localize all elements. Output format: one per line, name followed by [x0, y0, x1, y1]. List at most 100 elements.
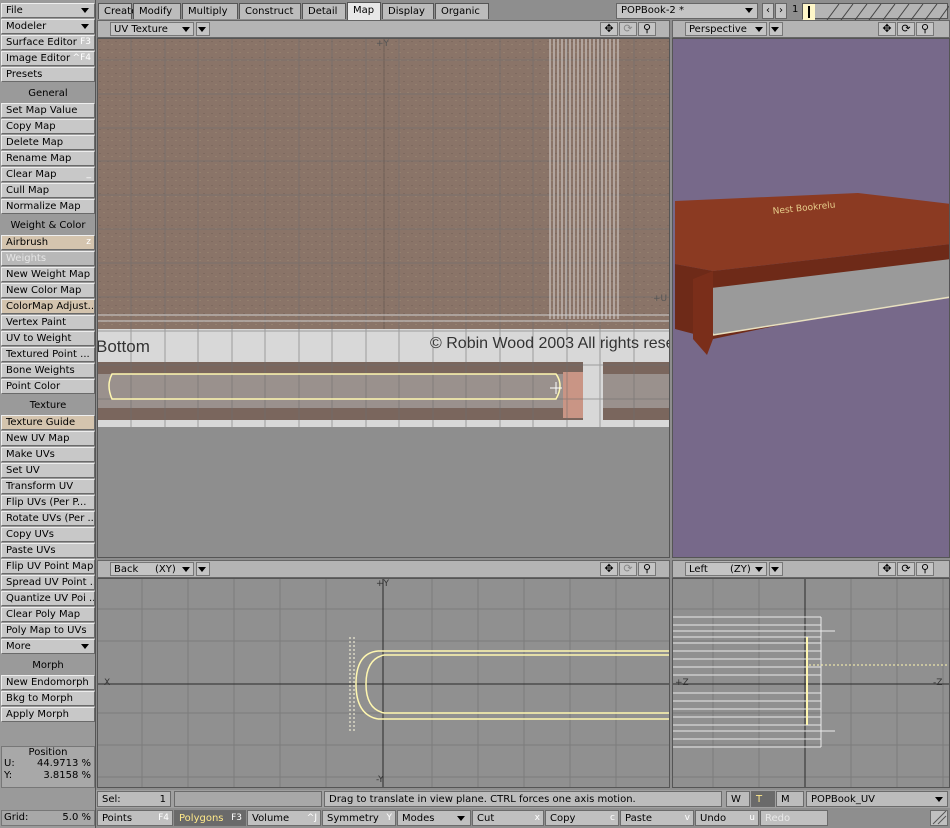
weight-map-toggle[interactable]: W	[726, 791, 750, 807]
sidebar-normalize-map-button[interactable]: Normalize Map	[1, 199, 95, 214]
sidebar-transform-uv-button[interactable]: Transform UV	[1, 479, 95, 494]
uv-view-type-dropdown[interactable]: UV Texture	[110, 22, 194, 36]
sidebar-more-button[interactable]: More	[1, 639, 95, 654]
sidebar-new-weight-map-button[interactable]: New Weight Map	[1, 267, 95, 282]
modes-button[interactable]: Modes	[397, 810, 471, 826]
tab-create[interactable]: Create	[98, 3, 137, 19]
sidebar-button-label: Airbrush	[6, 237, 49, 248]
morph-map-toggle[interactable]: M	[776, 791, 804, 807]
volume-button[interactable]: Volume ^J	[247, 810, 321, 826]
move-view-icon[interactable]: ✥	[878, 22, 896, 36]
sidebar-new-uv-map-button[interactable]: New UV Map	[1, 431, 95, 446]
sidebar-uv-to-weight-button[interactable]: UV to Weight	[1, 331, 95, 346]
sidebar-rename-map-button[interactable]: Rename Map	[1, 151, 95, 166]
undo-button[interactable]: Undo u	[695, 810, 759, 826]
sidebar-cull-map-button[interactable]: Cull Map	[1, 183, 95, 198]
sidebar-modeler-button[interactable]: Modeler	[1, 19, 95, 34]
object-select[interactable]: POPBook-2 *	[616, 3, 758, 19]
layer-slots[interactable]	[802, 3, 950, 21]
sidebar-copy-uvs-button[interactable]: Copy UVs	[1, 527, 95, 542]
sidebar-apply-morph-button[interactable]: Apply Morph	[1, 707, 95, 722]
sidebar-set-map-value-button[interactable]: Set Map Value	[1, 103, 95, 118]
sidebar-new-color-map-button[interactable]: New Color Map	[1, 283, 95, 298]
sidebar-textured-point-button[interactable]: Textured Point ...	[1, 347, 95, 362]
sel-value: 1	[159, 794, 166, 805]
back-view-type-dropdown[interactable]: Back (XY)	[110, 562, 194, 576]
rotate-view-icon[interactable]: ⟳	[897, 22, 915, 36]
persp-viewport[interactable]: Nest Bookrelu	[672, 38, 950, 558]
sidebar-point-color-button[interactable]: Point Color	[1, 379, 95, 394]
tab-organic[interactable]: Organic	[435, 3, 489, 19]
back-viewport-header: Back (XY) ✥ ⟳ ⚲	[97, 560, 670, 578]
sidebar-image-editor-button[interactable]: Image Editor ^F4	[1, 51, 95, 66]
sidebar-clear-map-button[interactable]: Clear Map _	[1, 167, 95, 182]
tab-multiply[interactable]: Multiply	[182, 3, 238, 19]
zoom-view-icon[interactable]: ⚲	[916, 562, 934, 576]
sidebar-delete-map-button[interactable]: Delete Map	[1, 135, 95, 150]
move-view-icon[interactable]: ✥	[600, 22, 618, 36]
copy-button[interactable]: Copy c	[545, 810, 619, 826]
uv-view-options-dropdown[interactable]	[196, 22, 210, 36]
move-view-icon[interactable]: ✥	[878, 562, 896, 576]
sidebar-presets-button[interactable]: Presets	[1, 67, 95, 82]
sidebar-flip-uvs-per-p-button[interactable]: Flip UVs (Per P...	[1, 495, 95, 510]
back-minus-y-label: -Y	[376, 775, 384, 785]
sidebar-button-label: Paste UVs	[6, 545, 56, 556]
tab-modify[interactable]: Modify	[133, 3, 181, 19]
sidebar-set-uv-button[interactable]: Set UV	[1, 463, 95, 478]
sidebar-vertex-paint-button[interactable]: Vertex Paint	[1, 315, 95, 330]
tab-display[interactable]: Display	[382, 3, 434, 19]
cut-button[interactable]: Cut x	[472, 810, 544, 826]
sidebar-spread-uv-point-button[interactable]: Spread UV Point ...	[1, 575, 95, 590]
tab-detail[interactable]: Detail	[302, 3, 346, 19]
sidebar-quantize-uv-poi-button[interactable]: Quantize UV Poi ...	[1, 591, 95, 606]
chevron-down-icon	[745, 8, 753, 13]
sidebar-button-label: Presets	[6, 69, 43, 80]
next-layer-button[interactable]: ›	[775, 3, 787, 19]
sidebar-texture-guide-button[interactable]: Texture Guide	[1, 415, 95, 430]
symmetry-button[interactable]: Symmetry Y	[322, 810, 396, 826]
left-view-type-dropdown[interactable]: Left (ZY)	[685, 562, 767, 576]
paste-button[interactable]: Paste v	[620, 810, 694, 826]
points-button[interactable]: Points F4	[97, 810, 173, 826]
polygons-button[interactable]: Polygons F3	[174, 810, 246, 826]
sel-label: Sel:	[102, 794, 121, 805]
sidebar-airbrush-button[interactable]: Airbrush z	[1, 235, 95, 250]
sidebar-surface-editor-button[interactable]: Surface Editor F3	[1, 35, 95, 50]
rotate-view-icon[interactable]: ⟳	[619, 562, 637, 576]
rotate-view-icon[interactable]: ⟳	[619, 22, 637, 36]
sidebar-bkg-to-morph-button[interactable]: Bkg to Morph	[1, 691, 95, 706]
sidebar-bone-weights-button[interactable]: Bone Weights	[1, 363, 95, 378]
sidebar-flip-uv-point-map-button[interactable]: Flip UV Point Map	[1, 559, 95, 574]
back-viewport[interactable]: +Y -Y X	[97, 578, 670, 788]
zoom-view-icon[interactable]: ⚲	[638, 562, 656, 576]
sidebar-section-heading: Texture	[29, 400, 67, 411]
sidebar-copy-map-button[interactable]: Copy Map	[1, 119, 95, 134]
sidebar-make-uvs-button[interactable]: Make UVs	[1, 447, 95, 462]
uv-texture-canvas	[98, 39, 669, 427]
texture-map-toggle[interactable]: T	[751, 791, 775, 807]
uv-viewport[interactable]: +Y +U Bottom © Robin Wood 2003 All right…	[97, 38, 670, 558]
left-view-options-dropdown[interactable]	[769, 562, 783, 576]
sidebar-file-button[interactable]: File	[1, 3, 95, 18]
resize-grip-icon[interactable]	[930, 810, 948, 826]
back-view-options-dropdown[interactable]	[196, 562, 210, 576]
zoom-view-icon[interactable]: ⚲	[638, 22, 656, 36]
left-viewport[interactable]: +Z -Z	[672, 578, 950, 788]
persp-view-options-dropdown[interactable]	[769, 22, 783, 36]
vmap-select[interactable]: POPBook_UV	[806, 791, 948, 807]
sidebar-new-endomorph-button[interactable]: New Endomorph	[1, 675, 95, 690]
sidebar-colormap-adjust-button[interactable]: ColorMap Adjust...	[1, 299, 95, 314]
sidebar-rotate-uvs-per-button[interactable]: Rotate UVs (Per ...	[1, 511, 95, 526]
rotate-view-icon[interactable]: ⟳	[897, 562, 915, 576]
tab-construct[interactable]: Construct	[239, 3, 301, 19]
sidebar-poly-map-to-uvs-button[interactable]: Poly Map to UVs	[1, 623, 95, 638]
move-view-icon[interactable]: ✥	[600, 562, 618, 576]
zoom-view-icon[interactable]: ⚲	[916, 22, 934, 36]
sidebar-paste-uvs-button[interactable]: Paste UVs	[1, 543, 95, 558]
tab-map[interactable]: Map	[347, 2, 381, 20]
persp-view-type-dropdown[interactable]: Perspective	[685, 22, 767, 36]
sidebar-clear-poly-map-button[interactable]: Clear Poly Map	[1, 607, 95, 622]
prev-layer-button[interactable]: ‹	[762, 3, 774, 19]
shortcut-key: F3	[231, 813, 242, 823]
